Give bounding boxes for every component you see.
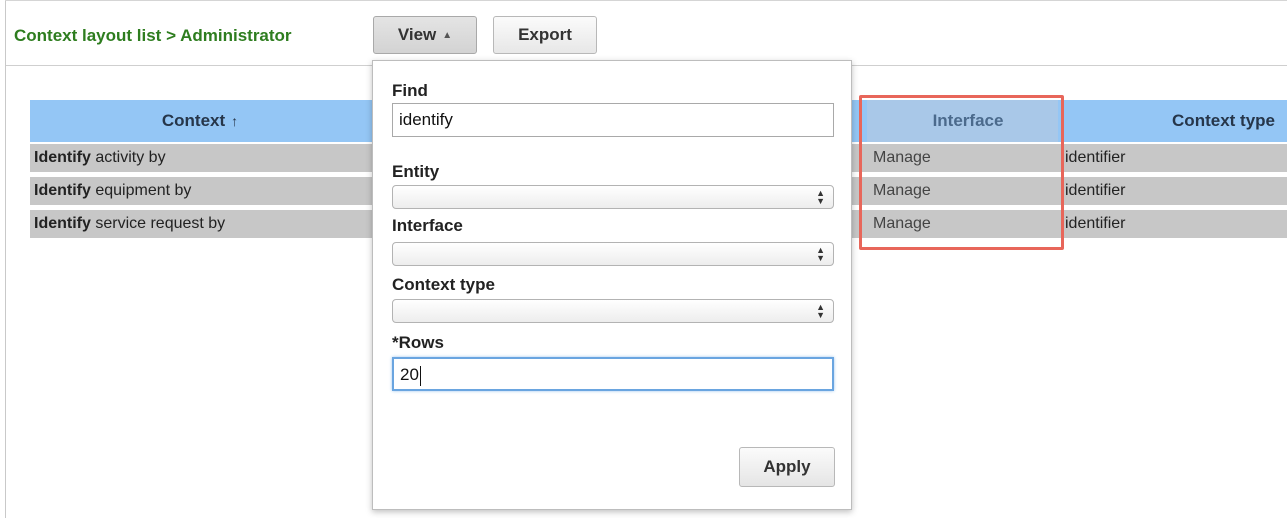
find-label: Find xyxy=(392,81,428,100)
interface-label: Interface xyxy=(392,216,463,235)
view-button[interactable]: View ▲ xyxy=(373,16,477,54)
context-type-label: Context type xyxy=(392,275,495,294)
view-filter-panel: Find identify Entity ▲ ▼ Interface ▲ ▼ Con… xyxy=(372,60,852,510)
context-text: service request by xyxy=(90,215,226,232)
triangle-up-icon: ▲ xyxy=(442,29,453,41)
entity-label: Entity xyxy=(392,162,440,181)
select-arrows-icon: ▲ ▼ xyxy=(816,245,825,263)
context-keyword: Identify xyxy=(34,149,91,166)
frame-top-border xyxy=(5,0,1287,1)
context-keyword: Identify xyxy=(34,215,91,232)
find-input[interactable]: identify xyxy=(392,103,834,137)
context-cell[interactable]: Identify activity by xyxy=(34,144,166,172)
select-arrows-icon: ▲ ▼ xyxy=(816,188,825,206)
apply-button-label: Apply xyxy=(763,457,811,476)
rows-input[interactable]: 20 xyxy=(392,357,834,391)
interface-select[interactable]: ▲ ▼ xyxy=(392,242,834,266)
apply-button[interactable]: Apply xyxy=(739,447,835,487)
interface-column-highlight xyxy=(859,95,1064,250)
rows-input-value: 20 xyxy=(400,365,419,384)
context-text: equipment by xyxy=(90,182,192,199)
frame-left-border xyxy=(5,0,6,518)
export-button[interactable]: Export xyxy=(493,16,597,54)
context-type-select[interactable]: ▲ ▼ xyxy=(392,299,834,323)
context-keyword: Identify xyxy=(34,182,91,199)
context-type-cell: identifier xyxy=(1065,215,1126,232)
entity-select[interactable]: ▲ ▼ xyxy=(392,185,834,209)
context-text: activity by xyxy=(90,149,166,166)
column-header-context-type-label: Context type xyxy=(1172,111,1275,130)
column-header-context-type[interactable]: Context type xyxy=(1088,100,1287,142)
rows-label: *Rows xyxy=(392,333,444,352)
view-button-label: View xyxy=(397,25,437,44)
select-arrows-icon: ▲ ▼ xyxy=(816,302,825,320)
export-button-label: Export xyxy=(518,25,572,44)
context-type-cell: identifier xyxy=(1065,149,1126,166)
text-caret xyxy=(419,365,421,386)
context-type-cell: identifier xyxy=(1065,182,1126,199)
context-cell[interactable]: Identify equipment by xyxy=(34,177,191,205)
breadcrumb: Context layout list > Administrator xyxy=(14,26,292,45)
context-cell[interactable]: Identify service request by xyxy=(34,210,225,238)
